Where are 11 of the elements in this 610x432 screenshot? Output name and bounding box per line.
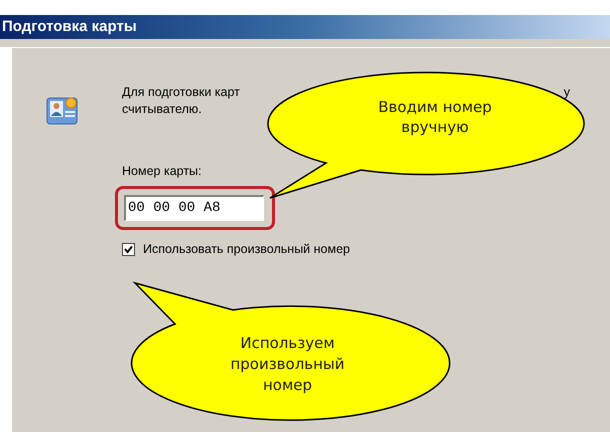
checkbox[interactable]: [122, 242, 135, 256]
description-text: считывателю.: [122, 101, 202, 118]
description-text: Для подготовки карт: [122, 84, 240, 101]
window-title: Подготовка карты: [2, 16, 137, 37]
callout-text: Используем произвольный номер: [229, 333, 346, 396]
card-number-field[interactable]: 00 00 00 A8: [124, 194, 264, 221]
checkbox-label: Использовать произвольный номер: [143, 240, 350, 258]
callout-text: Вводим номер вручную: [377, 97, 493, 137]
field-label: Номер карты:: [122, 163, 203, 180]
description-text: у: [564, 84, 570, 101]
checkmark-icon: [124, 244, 133, 254]
